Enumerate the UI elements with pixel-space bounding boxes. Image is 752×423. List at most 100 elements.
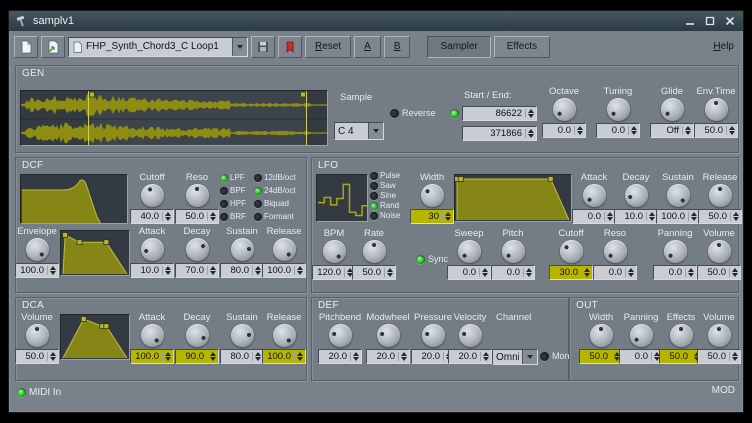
dcf-attack-knob[interactable]: Attack10.0 [130,226,174,278]
lfo-sustain-knob-value[interactable]: 100.0 [656,209,700,224]
dca-decay-knob[interactable]: Decay90.0 [175,312,219,364]
sync-radio[interactable]: Sync [416,254,448,264]
env-time-knob-value[interactable]: 50.0 [694,123,738,138]
dca-sustain-knob-value[interactable]: 80.0 [220,349,264,364]
reset-button[interactable]: Reset [305,36,351,58]
reso-knob[interactable]: Reso50.0 [175,172,219,224]
reverse-radio[interactable]: Reverse [390,108,436,118]
sweep-knob-value[interactable]: 0.0 [447,265,491,280]
dcf-decay-knob-value[interactable]: 70.0 [175,263,219,278]
dca-attack-knob-value[interactable]: 100.0 [130,349,174,364]
pitchbend-knob[interactable]: Pitchbend20.0 [316,312,364,364]
lfo-reso-knob[interactable]: Reso0.0 [595,228,635,280]
out-volume-knob-dial[interactable] [708,324,731,347]
bpm-knob[interactable]: BPM120.0 [314,228,354,280]
dcf-decay-knob-spin-buttons[interactable] [207,266,218,275]
dcf-release-knob-spin-buttons[interactable] [294,266,305,275]
lfo-attack-knob[interactable]: Attack0.0 [574,172,614,224]
sweep-knob[interactable]: Sweep0.0 [449,228,489,280]
out-volume-knob-spin-buttons[interactable] [729,352,740,361]
compare-b-button[interactable]: B [384,36,411,58]
slope-12db-radio[interactable]: 12dB/oct [254,173,296,182]
glide-knob-dial[interactable] [661,98,684,121]
dcf-attack-knob-dial[interactable] [141,238,164,261]
sample-waveform-display[interactable] [20,90,328,146]
out-panning-knob[interactable]: Panning0.0 [622,312,660,364]
pitch-knob-spin-buttons[interactable] [523,268,534,277]
dca-envelope-display[interactable] [60,314,130,360]
pitchbend-knob-dial[interactable] [329,324,352,347]
lfo-reso-knob-dial[interactable] [604,240,627,263]
out-width-knob[interactable]: Width50.0 [582,312,620,364]
out-panning-knob-value[interactable]: 0.0 [619,349,663,364]
dcf-attack-knob-spin-buttons[interactable] [162,266,173,275]
dca-sustain-knob-dial[interactable] [231,324,254,347]
titlebar[interactable]: samplv1 [9,11,743,31]
dca-attack-knob[interactable]: Attack100.0 [130,312,174,364]
env-time-knob[interactable]: Env.Time50.0 [692,86,740,138]
brf-radio[interactable]: BRF [220,212,246,221]
lfo-volume-knob-spin-buttons[interactable] [729,268,740,277]
dca-release-knob-dial[interactable] [273,324,296,347]
out-volume-knob[interactable]: Volume50.0 [700,312,738,364]
tuning-knob-value[interactable]: 0.0 [596,123,640,138]
dcf-envelope-knob[interactable]: Envelope100.0 [16,226,58,278]
out-width-knob-dial[interactable] [590,324,613,347]
lfo-attack-knob-value[interactable]: 0.0 [572,209,616,224]
dcf-decay-knob[interactable]: Decay70.0 [175,226,219,278]
env-time-knob-spin-buttons[interactable] [726,126,737,135]
sine-radio[interactable]: Sine [370,191,400,200]
dcf-envelope-knob-spin-buttons[interactable] [47,266,58,275]
dcf-envelope-knob-value[interactable]: 100.0 [15,263,59,278]
end-spin-buttons[interactable] [525,129,536,138]
lfo-decay-knob-value[interactable]: 10.0 [614,209,658,224]
octave-knob-dial[interactable] [553,98,576,121]
help-button[interactable]: Help [709,36,738,58]
preset-combo-arrow[interactable] [232,38,247,56]
modwheel-knob-spin-buttons[interactable] [398,352,409,361]
out-volume-knob-value[interactable]: 50.0 [697,349,741,364]
dcf-release-knob-dial[interactable] [273,238,296,261]
out-panning-knob-dial[interactable] [630,324,653,347]
cutoff-knob-dial[interactable] [141,184,164,207]
lfo-cutoff-knob-value[interactable]: 30.0 [549,265,593,280]
dcf-decay-knob-dial[interactable] [186,238,209,261]
dca-release-knob[interactable]: Release100.0 [262,312,306,364]
velocity-knob[interactable]: Velocity20.0 [448,312,492,364]
dcf-envelope-display[interactable] [60,230,130,276]
preset-combo[interactable]: FHP_Synth_Chord3_C Loop1 [68,37,248,57]
lfo-cutoff-knob-dial[interactable] [560,240,583,263]
channel-combo-arrow[interactable] [522,350,537,364]
lfo-panning-knob-value[interactable]: 0.0 [653,265,697,280]
modwheel-knob-value[interactable]: 20.0 [366,349,410,364]
open-preset-button[interactable] [41,36,65,58]
dca-decay-knob-value[interactable]: 90.0 [175,349,219,364]
dcf-sustain-knob[interactable]: Sustain80.0 [220,226,264,278]
new-preset-button[interactable] [14,36,38,58]
tuning-knob-spin-buttons[interactable] [628,126,639,135]
dcf-envelope-knob-dial[interactable] [26,238,49,261]
reso-knob-value[interactable]: 50.0 [175,209,219,224]
sweep-knob-dial[interactable] [458,240,481,263]
dca-volume-knob[interactable]: Volume50.0 [16,312,58,364]
tuning-knob-dial[interactable] [607,98,630,121]
sweep-knob-spin-buttons[interactable] [479,268,490,277]
lfo-release-knob-value[interactable]: 50.0 [698,209,742,224]
lfo-volume-knob[interactable]: Volume50.0 [699,228,739,280]
tab-effects[interactable]: Effects [494,36,550,58]
noise-radio[interactable]: Noise [370,211,400,220]
rand-radio[interactable]: Rand [370,201,400,210]
env-time-knob-dial[interactable] [705,98,728,121]
dcf-attack-knob-value[interactable]: 10.0 [130,263,174,278]
dca-release-knob-value[interactable]: 100.0 [262,349,306,364]
tab-sampler[interactable]: Sampler [427,36,490,58]
lfo-volume-knob-dial[interactable] [708,240,731,263]
cutoff-knob[interactable]: Cutoff40.0 [130,172,174,224]
dca-volume-knob-value[interactable]: 50.0 [15,349,59,364]
dca-attack-knob-dial[interactable] [141,324,164,347]
bpm-knob-dial[interactable] [323,240,346,263]
dca-release-knob-spin-buttons[interactable] [294,352,305,361]
dcf-sustain-knob-dial[interactable] [231,238,254,261]
minimize-button[interactable] [683,15,697,28]
reso-knob-spin-buttons[interactable] [207,212,218,221]
